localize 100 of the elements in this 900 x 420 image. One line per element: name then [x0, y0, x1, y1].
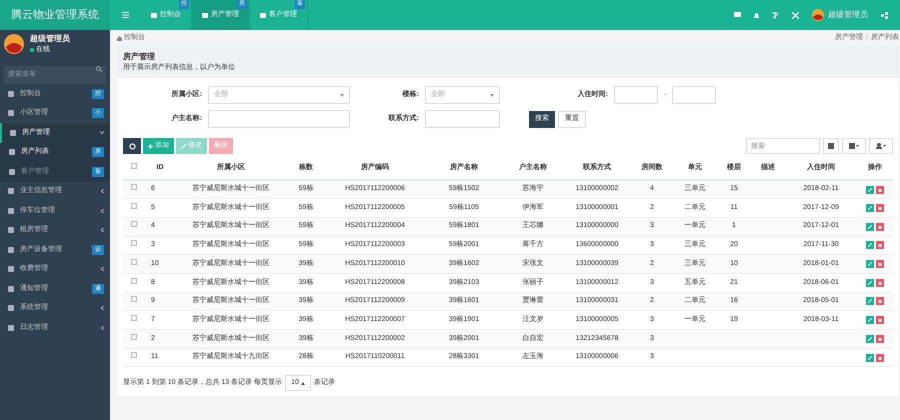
columns-button[interactable] — [823, 138, 839, 154]
delete-button[interactable] — [876, 241, 884, 250]
brand-title: 腾云物业管理系统 — [0, 0, 110, 30]
menu-item-icon — [8, 188, 14, 194]
user-name: 超级管理员 — [30, 32, 70, 45]
checkbox[interactable] — [131, 163, 137, 170]
checkbox[interactable] — [131, 202, 137, 209]
chevron-left-icon — [101, 326, 104, 330]
trash-icon — [878, 188, 882, 192]
refresh-button[interactable] — [123, 138, 141, 154]
menu-item-icon — [8, 266, 14, 272]
edit-button[interactable] — [866, 260, 874, 268]
panel-title: 房产管理 — [123, 51, 156, 63]
delete-button[interactable] — [876, 222, 884, 231]
bell-icon[interactable] — [754, 12, 759, 18]
chevron-left-icon — [101, 267, 104, 272]
home-icon — [117, 36, 122, 40]
pencil-icon — [868, 356, 872, 360]
tab-icon — [260, 12, 266, 18]
pencil-icon — [868, 280, 872, 285]
menu-item-icon — [8, 246, 14, 253]
message-icon[interactable] — [734, 12, 741, 18]
checkbox[interactable] — [131, 296, 137, 302]
chevron-left-icon — [101, 208, 104, 213]
share-icon[interactable] — [881, 12, 888, 18]
menu-item-icon — [8, 110, 14, 116]
menu-item-icon — [9, 149, 15, 156]
pencil-icon — [868, 299, 872, 304]
checkbox[interactable] — [131, 184, 137, 190]
delete-button[interactable] — [876, 316, 884, 324]
trash-icon — [878, 243, 882, 248]
tab-icon — [202, 12, 208, 18]
delete-button[interactable] — [876, 354, 884, 362]
search-icon[interactable] — [96, 66, 102, 72]
pencil-icon — [868, 224, 872, 229]
checkbox[interactable] — [131, 221, 137, 228]
input-field[interactable] — [208, 110, 350, 128]
edit-button[interactable] — [866, 186, 874, 194]
chevron-down-icon — [100, 131, 104, 134]
menu-item-icon — [10, 130, 16, 136]
pencil-icon — [868, 188, 872, 192]
pencil-icon — [868, 262, 872, 266]
edit-button[interactable] — [866, 241, 874, 250]
checkbox[interactable] — [131, 258, 137, 265]
checkbox[interactable] — [131, 334, 137, 340]
date-field[interactable] — [614, 86, 658, 104]
caret-icon — [490, 94, 494, 96]
chevron-left-icon — [101, 306, 104, 310]
chevron-left-icon — [101, 189, 104, 194]
checkbox[interactable] — [131, 240, 137, 246]
menu-item-icon — [8, 227, 14, 234]
chevron-left-icon — [101, 228, 104, 232]
tab-icon — [151, 12, 157, 18]
delete-button[interactable] — [876, 260, 884, 268]
delete-button[interactable] — [876, 278, 884, 287]
delete-button[interactable] — [876, 186, 884, 194]
refresh-icon — [128, 142, 136, 150]
fullscreen-icon[interactable] — [792, 12, 799, 18]
trash-icon — [878, 336, 882, 341]
view-button[interactable] — [842, 138, 866, 154]
trash-icon — [878, 356, 882, 360]
checkbox[interactable] — [131, 278, 137, 284]
export-button[interactable] — [869, 138, 893, 154]
caret-icon — [340, 94, 344, 96]
columns-icon — [828, 143, 834, 149]
edit-button[interactable] — [866, 297, 874, 306]
date-field[interactable] — [672, 86, 716, 104]
checkbox[interactable] — [131, 352, 137, 358]
trash-icon — [878, 299, 882, 304]
checkbox[interactable] — [131, 314, 137, 321]
pencil-icon — [868, 336, 872, 341]
pencil-icon — [181, 144, 186, 148]
delete-button[interactable] — [876, 204, 884, 212]
edit-button[interactable] — [866, 204, 874, 212]
menu-item-icon — [8, 324, 14, 331]
menu-item-icon — [8, 90, 14, 97]
menu-item-icon — [8, 208, 14, 214]
delete-button[interactable] — [876, 297, 884, 306]
edit-button[interactable] — [866, 222, 874, 231]
edit-button[interactable] — [866, 334, 874, 343]
avatar-icon[interactable] — [812, 9, 824, 21]
pencil-icon — [868, 243, 872, 248]
menu-icon[interactable] — [122, 12, 129, 18]
menu-item-icon — [8, 305, 14, 312]
grid-icon — [849, 143, 859, 149]
trash-icon — [878, 224, 882, 229]
avatar-icon — [4, 34, 24, 54]
plus-icon — [148, 144, 153, 148]
menu-item-icon — [8, 286, 14, 292]
input-field[interactable] — [425, 110, 500, 128]
edit-button[interactable] — [866, 316, 874, 324]
pencil-icon — [868, 206, 872, 210]
edit-button[interactable] — [866, 354, 874, 362]
trash-icon — [878, 262, 882, 266]
export-icon — [876, 143, 886, 149]
caret-icon — [300, 382, 305, 385]
trash-icon — [878, 318, 882, 322]
pencil-icon — [868, 318, 872, 322]
edit-button[interactable] — [866, 278, 874, 287]
delete-button[interactable] — [876, 334, 884, 343]
